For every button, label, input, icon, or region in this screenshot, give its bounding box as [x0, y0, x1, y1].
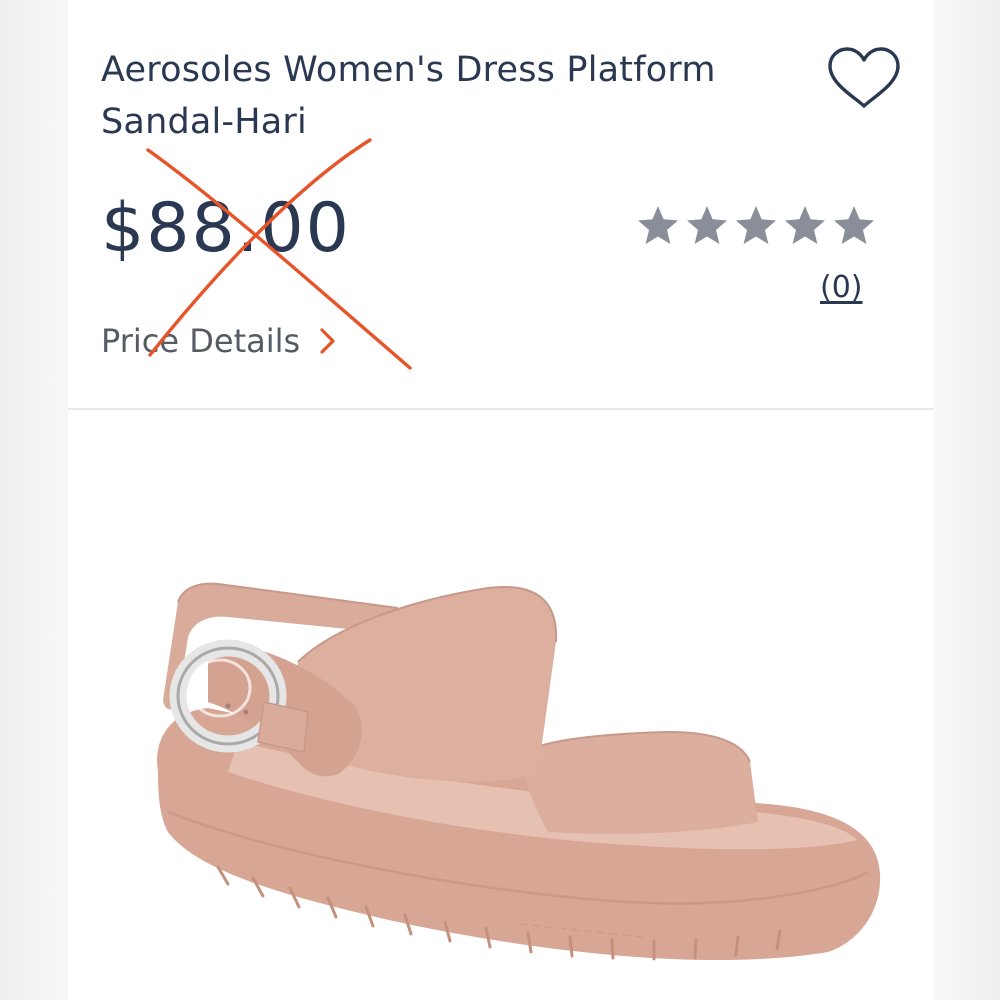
product-card: Aerosoles Women's Dress Platform Sandal-… — [68, 0, 934, 1000]
price-details-label: Price Details — [101, 322, 301, 360]
product-title: Aerosoles Women's Dress Platform Sandal-… — [101, 44, 801, 148]
review-count-link[interactable]: (0) — [820, 268, 863, 308]
chevron-right-icon — [320, 328, 335, 354]
star-icon — [638, 206, 678, 244]
page: Aerosoles Women's Dress Platform Sandal-… — [0, 0, 1000, 1000]
rating-stars — [638, 206, 874, 244]
star-icon — [834, 206, 874, 244]
product-title-line2: Sandal-Hari — [101, 102, 307, 142]
star-icon — [785, 206, 825, 244]
section-divider — [68, 408, 934, 410]
star-icon — [687, 206, 727, 244]
product-image[interactable]: ~~~~~~~~~~ — [68, 412, 934, 1000]
product-title-line1: Aerosoles Women's Dress Platform — [101, 50, 716, 90]
product-price: $88.00 — [101, 189, 351, 268]
star-icon — [736, 206, 776, 244]
price-details-link[interactable]: Price Details — [101, 318, 338, 364]
heart-outline-icon[interactable] — [826, 46, 902, 110]
